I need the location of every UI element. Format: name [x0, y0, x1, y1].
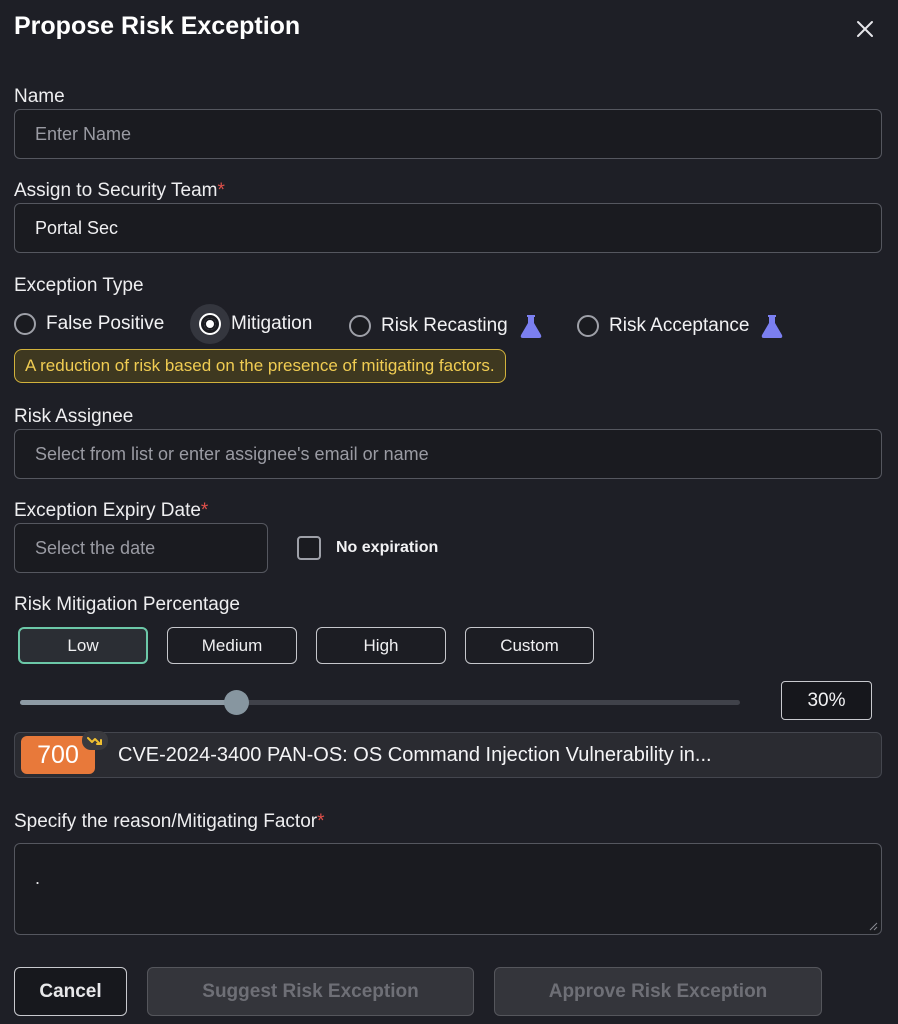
percentage-input[interactable]: 30% — [781, 681, 872, 720]
preset-high-button[interactable]: High — [316, 627, 446, 664]
expiry-label: Exception Expiry Date* — [14, 500, 209, 521]
required-marker: * — [317, 811, 325, 832]
no-expiration-label: No expiration — [336, 539, 439, 556]
radio-label: Risk Acceptance — [609, 315, 750, 336]
required-marker: * — [217, 180, 225, 201]
radio-mitigation[interactable]: Mitigation — [190, 304, 313, 344]
reason-textarea[interactable]: . — [14, 843, 882, 935]
resize-grip-icon[interactable] — [869, 922, 878, 931]
reason-value: . — [35, 868, 41, 888]
preset-medium-button[interactable]: Medium — [167, 627, 297, 664]
radio-button-selected[interactable] — [199, 313, 221, 335]
team-select[interactable]: Portal Sec — [14, 203, 882, 253]
preset-custom-button[interactable]: Custom — [465, 627, 594, 664]
radio-button[interactable] — [577, 315, 599, 337]
reason-label: Specify the reason/Mitigating Factor* — [14, 811, 325, 832]
exception-type-label: Exception Type — [14, 275, 144, 296]
radio-label: Mitigation — [231, 313, 313, 334]
assignee-label: Risk Assignee — [14, 406, 134, 427]
suggest-risk-exception-button[interactable]: Suggest Risk Exception — [147, 967, 474, 1016]
mitigation-label: Risk Mitigation Percentage — [14, 594, 240, 615]
exception-type-hint: A reduction of risk based on the presenc… — [14, 349, 506, 383]
dialog-title: Propose Risk Exception — [14, 12, 301, 40]
expiry-placeholder: Select the date — [35, 537, 156, 558]
cve-title: CVE-2024-3400 PAN-OS: OS Command Injecti… — [118, 744, 712, 766]
radio-label: False Positive — [46, 313, 165, 334]
radio-risk-recasting[interactable]: Risk Recasting — [349, 313, 544, 339]
radio-button[interactable] — [349, 315, 371, 337]
cancel-button[interactable]: Cancel — [14, 967, 127, 1016]
flask-icon — [520, 315, 541, 338]
name-label: Name — [14, 86, 65, 107]
radio-button[interactable] — [14, 313, 36, 335]
expiry-date-input[interactable]: Select the date — [14, 523, 268, 573]
trend-down-icon — [82, 731, 108, 750]
slider-thumb[interactable] — [224, 690, 249, 715]
slider-fill — [20, 700, 236, 705]
no-expiration-checkbox[interactable] — [297, 536, 321, 560]
name-placeholder: Enter Name — [35, 123, 132, 144]
radio-risk-acceptance[interactable]: Risk Acceptance — [577, 313, 785, 339]
name-input[interactable]: Enter Name — [14, 109, 882, 159]
close-icon[interactable] — [852, 16, 878, 42]
radio-label: Risk Recasting — [381, 315, 508, 336]
preset-low-button[interactable]: Low — [18, 627, 148, 664]
team-label: Assign to Security Team* — [14, 180, 225, 201]
approve-risk-exception-button[interactable]: Approve Risk Exception — [494, 967, 822, 1016]
radio-focus-ring — [190, 304, 230, 344]
assignee-placeholder: Select from list or enter assignee's ema… — [35, 443, 429, 464]
radio-false-positive[interactable]: False Positive — [14, 313, 164, 335]
team-value: Portal Sec — [35, 217, 119, 238]
required-marker: * — [200, 500, 209, 521]
assignee-input[interactable]: Select from list or enter assignee's ema… — [14, 429, 882, 479]
flask-icon — [762, 315, 783, 338]
